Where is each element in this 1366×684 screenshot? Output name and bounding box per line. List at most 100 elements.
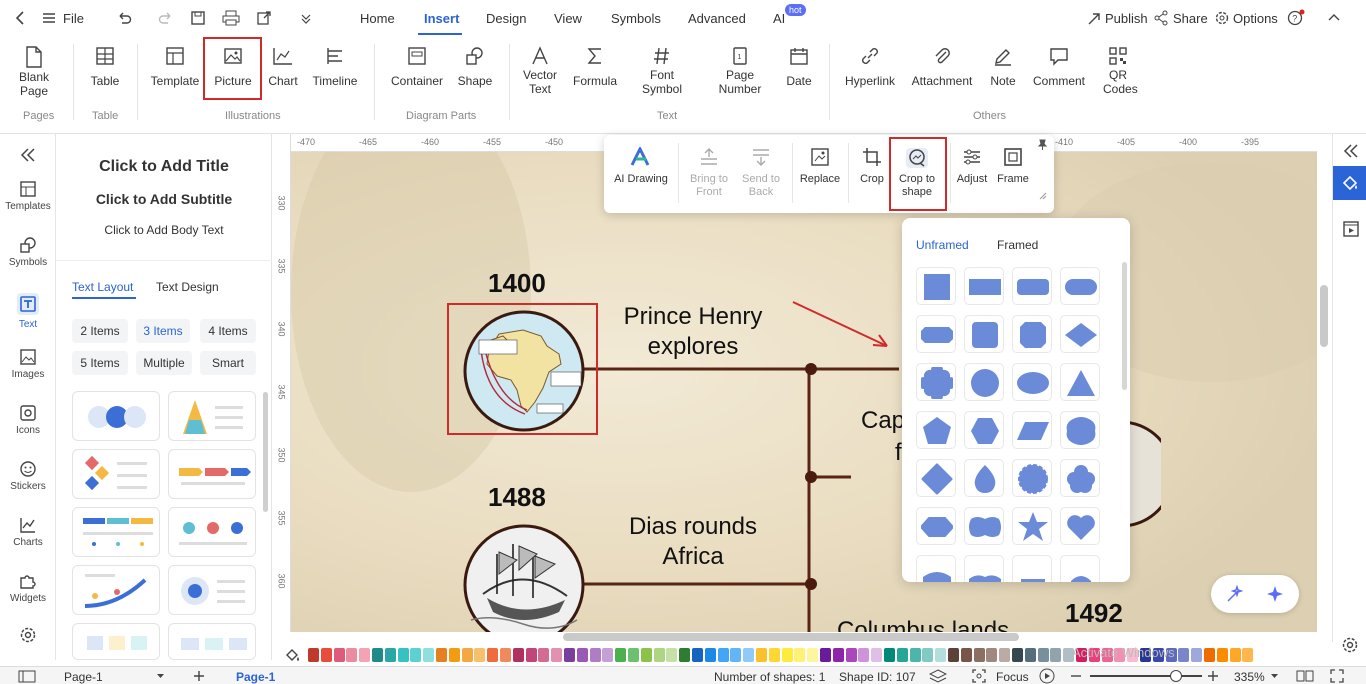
format-panel-button[interactable] bbox=[1333, 166, 1366, 200]
menu-insert[interactable]: Insert bbox=[424, 11, 459, 26]
date-button[interactable]: Date bbox=[782, 46, 816, 88]
adjust-button[interactable]: Adjust bbox=[954, 147, 990, 186]
shape-octagon-wide[interactable] bbox=[916, 315, 956, 353]
resize-handle-icon[interactable] bbox=[1038, 191, 1048, 201]
options-button[interactable]: Options bbox=[1233, 11, 1278, 26]
color-swatch[interactable] bbox=[756, 648, 767, 662]
event-partial-cap[interactable]: Cap bbox=[861, 406, 905, 436]
color-swatch[interactable] bbox=[551, 648, 563, 662]
export-icon[interactable] bbox=[256, 10, 272, 26]
color-swatch[interactable] bbox=[896, 648, 908, 662]
color-swatch[interactable] bbox=[564, 648, 575, 662]
color-swatch[interactable] bbox=[871, 648, 883, 662]
note-button[interactable]: Note bbox=[984, 46, 1022, 88]
tab-framed[interactable]: Framed bbox=[997, 238, 1038, 252]
color-swatch[interactable] bbox=[487, 648, 499, 662]
shape-rectangle[interactable] bbox=[964, 267, 1004, 305]
shape-heart[interactable] bbox=[1060, 507, 1100, 545]
layout-4-items[interactable]: 4 Items bbox=[200, 319, 256, 343]
color-swatch[interactable] bbox=[372, 648, 383, 662]
play-icon[interactable] bbox=[1039, 668, 1055, 684]
color-swatch[interactable] bbox=[884, 648, 895, 662]
layout-thumbnail[interactable] bbox=[72, 391, 160, 441]
focus-icon[interactable] bbox=[972, 669, 986, 683]
layout-thumbnail[interactable] bbox=[168, 507, 256, 557]
zoom-slider-thumb[interactable] bbox=[1170, 670, 1182, 682]
color-swatch[interactable] bbox=[1216, 648, 1228, 662]
shape-button[interactable]: Shape bbox=[454, 46, 496, 88]
color-swatch[interactable] bbox=[628, 648, 639, 662]
bring-to-front-button[interactable]: Bring to Front bbox=[684, 147, 734, 199]
color-swatch[interactable] bbox=[781, 648, 793, 662]
table-button[interactable]: Table bbox=[86, 46, 124, 88]
sidebar-item-widgets[interactable]: Widgets bbox=[0, 572, 56, 604]
shape-flower[interactable] bbox=[1060, 459, 1100, 497]
shape-pentagon[interactable] bbox=[916, 411, 956, 449]
zoom-dropdown-icon[interactable] bbox=[1270, 673, 1279, 679]
crop-button[interactable]: Crop bbox=[854, 147, 890, 186]
color-swatch[interactable] bbox=[474, 648, 486, 662]
comment-button[interactable]: Comment bbox=[1028, 46, 1090, 88]
sidebar-item-stickers[interactable]: Stickers bbox=[0, 460, 56, 492]
hyperlink-button[interactable]: Hyperlink bbox=[840, 46, 900, 88]
formula-button[interactable]: Formula bbox=[570, 46, 620, 88]
settings-icon[interactable] bbox=[1341, 636, 1359, 654]
color-swatch[interactable] bbox=[935, 648, 947, 662]
shape-rounded-rectangle[interactable] bbox=[1012, 267, 1052, 305]
zoom-slider[interactable] bbox=[1090, 675, 1202, 677]
timeline-button[interactable]: Timeline bbox=[308, 46, 362, 88]
zoom-in-icon[interactable] bbox=[1207, 670, 1219, 682]
template-button[interactable]: Template bbox=[148, 46, 202, 88]
color-swatch[interactable] bbox=[1191, 648, 1203, 662]
shape-pill[interactable] bbox=[1060, 267, 1100, 305]
color-swatch[interactable] bbox=[1012, 648, 1023, 662]
color-swatch[interactable] bbox=[1204, 648, 1215, 662]
qr-codes-button[interactable]: QR Codes bbox=[1098, 46, 1138, 96]
color-swatch[interactable] bbox=[346, 648, 358, 662]
layout-thumbnail[interactable] bbox=[168, 391, 256, 441]
layers-icon[interactable] bbox=[929, 669, 947, 683]
shape-partial[interactable] bbox=[964, 555, 1004, 582]
color-swatch[interactable] bbox=[730, 648, 742, 662]
color-swatch[interactable] bbox=[359, 648, 371, 662]
color-swatch[interactable] bbox=[410, 648, 422, 662]
shapes-scrollbar[interactable] bbox=[1122, 262, 1127, 390]
shape-triangle[interactable] bbox=[1060, 363, 1100, 401]
tab-text-layout[interactable]: Text Layout bbox=[72, 280, 133, 294]
layout-thumbnail[interactable] bbox=[72, 623, 160, 660]
layout-thumbnail[interactable] bbox=[168, 623, 256, 660]
collapse-left-icon[interactable] bbox=[20, 148, 36, 162]
sidebar-item-templates[interactable]: Templates bbox=[0, 180, 56, 212]
shape-partial[interactable] bbox=[916, 555, 956, 582]
color-swatch[interactable] bbox=[704, 648, 716, 662]
shape-hexagon[interactable] bbox=[964, 411, 1004, 449]
vertical-scrollbar[interactable] bbox=[1320, 285, 1328, 347]
event-dias[interactable]: Dias rounds Africa bbox=[609, 512, 777, 572]
event-prince-henry[interactable]: Prince Henry explores bbox=[609, 302, 777, 362]
tab-text-design[interactable]: Text Design bbox=[156, 280, 219, 294]
color-swatch[interactable] bbox=[845, 648, 857, 662]
color-swatch[interactable] bbox=[615, 648, 627, 662]
layout-thumbnail[interactable] bbox=[72, 507, 160, 557]
add-subtitle-preset[interactable]: Click to Add Subtitle bbox=[56, 191, 272, 207]
color-swatch[interactable] bbox=[436, 648, 447, 662]
redo-icon[interactable] bbox=[158, 10, 174, 26]
shape-parallelogram[interactable] bbox=[1012, 411, 1052, 449]
color-swatch[interactable] bbox=[1242, 648, 1254, 662]
layout-smart[interactable]: Smart bbox=[200, 351, 256, 375]
publish-icon[interactable] bbox=[1087, 10, 1101, 26]
color-swatch[interactable] bbox=[666, 648, 678, 662]
file-menu[interactable]: File bbox=[63, 11, 84, 26]
fill-bucket-icon[interactable] bbox=[284, 646, 304, 664]
color-swatch[interactable] bbox=[743, 648, 755, 662]
attachment-button[interactable]: Attachment bbox=[908, 46, 976, 88]
shape-cross-rounded[interactable] bbox=[916, 363, 956, 401]
layout-5-items[interactable]: 5 Items bbox=[72, 351, 128, 375]
sidebar-item-text[interactable]: Text bbox=[0, 292, 56, 330]
shape-diamond-wide[interactable] bbox=[1060, 315, 1100, 353]
chart-button[interactable]: Chart bbox=[264, 46, 302, 88]
settings-gear-icon[interactable] bbox=[19, 626, 37, 644]
color-swatch[interactable] bbox=[999, 648, 1011, 662]
gear-icon[interactable] bbox=[1214, 10, 1230, 26]
page-number-button[interactable]: 1 Page Number bbox=[712, 46, 768, 96]
